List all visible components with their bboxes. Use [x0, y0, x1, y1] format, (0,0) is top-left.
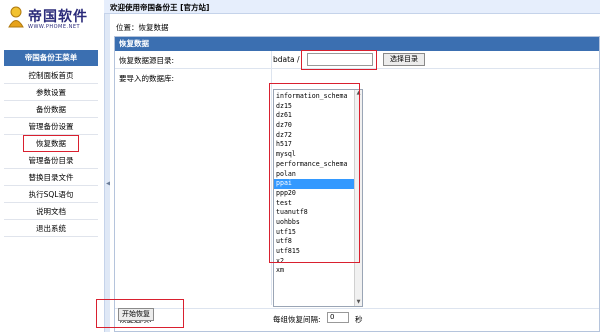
logo-figure-icon — [8, 6, 24, 28]
options-row: 恢复选项: 每组恢复间隔: 秒 — [115, 309, 599, 329]
start-button-highlight — [96, 299, 184, 328]
database-label: 要导入的数据库: — [119, 74, 175, 83]
sidebar-item-replace-dir-files[interactable]: 替换目录文件 — [4, 169, 98, 186]
logo-text: 帝国软件 — [28, 9, 88, 25]
main-content: 位置：恢复数据 恢复数据 恢复数据源目录: bdata / 选择目录 要导入的数… — [96, 14, 600, 332]
source-dir-highlight — [301, 50, 377, 70]
sidebar-item-dashboard[interactable]: 控制面板首页 — [4, 67, 98, 84]
sidebar-item-settings[interactable]: 参数设置 — [4, 84, 98, 101]
sidebar-item-backup[interactable]: 备份数据 — [4, 101, 98, 118]
source-dir-prefix: bdata / — [273, 55, 300, 64]
top-header-bar: 欢迎使用帝国备份王 [官方站] — [104, 0, 600, 14]
interval-input[interactable]: 0 — [327, 312, 349, 323]
sidebar-item-docs[interactable]: 说明文档 — [4, 203, 98, 220]
panel-title: 恢复数据 — [115, 37, 599, 51]
source-dir-label: 恢复数据源目录: — [119, 56, 175, 65]
sidebar-item-manage-backup-dirs[interactable]: 管理备份目录 — [4, 152, 98, 169]
scroll-down-icon[interactable]: ▼ — [355, 299, 362, 306]
choose-dir-button[interactable]: 选择目录 — [383, 53, 425, 66]
sidebar-item-manage-backup-settings[interactable]: 管理备份设置 — [4, 118, 98, 135]
database-option[interactable]: xm — [274, 266, 356, 276]
database-list-highlight — [269, 83, 360, 263]
sidebar-item-run-sql[interactable]: 执行SQL语句 — [4, 186, 98, 203]
interval-unit: 秒 — [355, 315, 363, 324]
logo-url: WWW.PHOME.NET — [28, 24, 81, 30]
sidebar-title: 帝国备份王菜单 — [4, 50, 98, 66]
sidebar-menu: 控制面板首页 参数设置 备份数据 管理备份设置 恢复数据 管理备份目录 替换目录… — [4, 67, 98, 237]
restore-panel: 恢复数据 恢复数据源目录: bdata / 选择目录 要导入的数据库: info… — [114, 36, 600, 332]
header-title: 欢迎使用帝国备份王 [官方站] — [110, 3, 210, 12]
breadcrumb: 位置：恢复数据 — [116, 23, 169, 32]
sidebar-item-restore[interactable]: 恢复数据 — [23, 135, 79, 152]
logo: 帝国软件 WWW.PHOME.NET — [0, 0, 104, 44]
sidebar: 帝国备份王菜单 控制面板首页 参数设置 备份数据 管理备份设置 恢复数据 管理备… — [0, 46, 104, 332]
interval-label: 每组恢复间隔: — [273, 315, 321, 324]
sidebar-item-logout[interactable]: 退出系统 — [4, 220, 98, 237]
